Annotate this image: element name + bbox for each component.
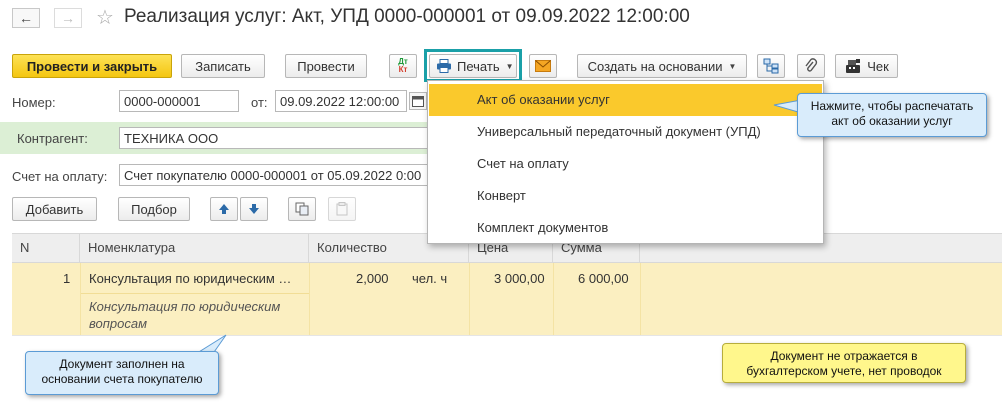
column-divider (553, 263, 554, 335)
dt-kt-icon: Дт Кт (398, 57, 408, 74)
paste-rows-button[interactable] (328, 197, 356, 221)
column-divider (80, 263, 81, 335)
favorite-star-icon[interactable]: ☆ (96, 5, 114, 30)
email-button[interactable] (529, 54, 557, 78)
row-quantity[interactable]: 2,000 (356, 271, 389, 286)
row-number: 1 (63, 271, 71, 286)
dt-kt-button[interactable]: Дт Кт (389, 54, 417, 78)
menu-item-invoice[interactable]: Счет на оплату (429, 148, 822, 180)
row-item[interactable]: Консультация по юридическим … (89, 271, 291, 286)
paperclip-icon (805, 58, 818, 72)
printer-icon (437, 59, 451, 73)
copy-rows-button[interactable] (288, 197, 316, 221)
row-price[interactable]: 3 000,00 (494, 271, 545, 286)
invoice-field[interactable]: Счет покупателю 0000-000001 от 05.09.202… (119, 164, 439, 186)
cash-register-icon (846, 59, 861, 73)
date-label: от: (251, 95, 268, 110)
forward-button[interactable]: → (54, 8, 82, 28)
number-field[interactable]: 0000-000001 (119, 90, 239, 112)
column-divider (309, 263, 310, 335)
add-row-button[interactable]: Добавить (12, 197, 97, 221)
row-divider (81, 293, 309, 294)
arrow-left-icon: ← (19, 10, 33, 26)
row-sum[interactable]: 6 000,00 (578, 271, 629, 286)
print-dropdown-menu: Акт об оказании услуг Универсальный пере… (427, 80, 824, 244)
row-content-line-2[interactable]: вопросам (89, 316, 147, 331)
envelope-icon (535, 60, 551, 72)
column-divider (640, 263, 641, 335)
invoice-label: Счет на оплату: (12, 169, 108, 184)
page-title: Реализация услуг: Акт, УПД 0000-000001 о… (124, 6, 690, 27)
arrow-right-icon: → (61, 10, 75, 26)
counterparty-label: Контрагент: (17, 131, 88, 146)
menu-item-document-set[interactable]: Комплект документов (429, 212, 822, 244)
document-structure-icon (763, 58, 779, 74)
print-hint-callout: Нажмите, чтобы распечатать акт об оказан… (797, 93, 987, 137)
chevron-down-icon: ▼ (505, 61, 514, 71)
menu-item-upd[interactable]: Универсальный передаточный документ (УПД… (429, 116, 822, 148)
calendar-icon (412, 96, 424, 107)
create-based-on-button[interactable]: Создать на основании ▼ (577, 54, 747, 78)
chevron-down-icon: ▼ (728, 61, 737, 71)
calendar-button[interactable] (409, 92, 427, 110)
row-unit[interactable]: чел. ч (412, 271, 447, 286)
date-field[interactable]: 09.09.2022 12:00:00 (275, 90, 407, 112)
receipt-button[interactable]: Чек (835, 54, 898, 78)
column-divider (469, 263, 470, 335)
number-label: Номер: (12, 95, 56, 110)
attach-button[interactable] (797, 54, 825, 78)
back-button[interactable]: ← (12, 8, 40, 28)
filled-hint-callout: Документ заполнен на основании счета пок… (25, 351, 219, 395)
create-based-on-label: Создать на основании (587, 58, 723, 74)
arrow-up-icon (219, 204, 229, 214)
menu-item-act-of-services[interactable]: Акт об оказании услуг (429, 84, 822, 116)
column-header-n[interactable]: N (12, 234, 80, 262)
move-up-button[interactable] (210, 197, 238, 221)
print-button-label: Печать (457, 58, 500, 74)
move-down-button[interactable] (240, 197, 268, 221)
receipt-button-label: Чек (867, 58, 889, 74)
arrow-down-icon (249, 204, 259, 214)
counterparty-field[interactable]: ТЕХНИКА ООО (119, 127, 439, 149)
accounting-hint-callout: Документ не отражается в бухгалтерском у… (722, 343, 966, 383)
copy-icon (295, 202, 309, 216)
select-items-button[interactable]: Подбор (118, 197, 190, 221)
write-button[interactable]: Записать (181, 54, 265, 78)
post-button[interactable]: Провести (285, 54, 367, 78)
structure-button[interactable] (757, 54, 785, 78)
print-button[interactable]: Печать ▼ (429, 54, 517, 78)
post-and-close-button[interactable]: Провести и закрыть (12, 54, 172, 78)
menu-item-envelope[interactable]: Конверт (429, 180, 822, 212)
row-content-line-1[interactable]: Консультация по юридическим (89, 299, 280, 314)
column-header-item[interactable]: Номенклатура (80, 234, 309, 262)
paste-icon (336, 202, 348, 216)
